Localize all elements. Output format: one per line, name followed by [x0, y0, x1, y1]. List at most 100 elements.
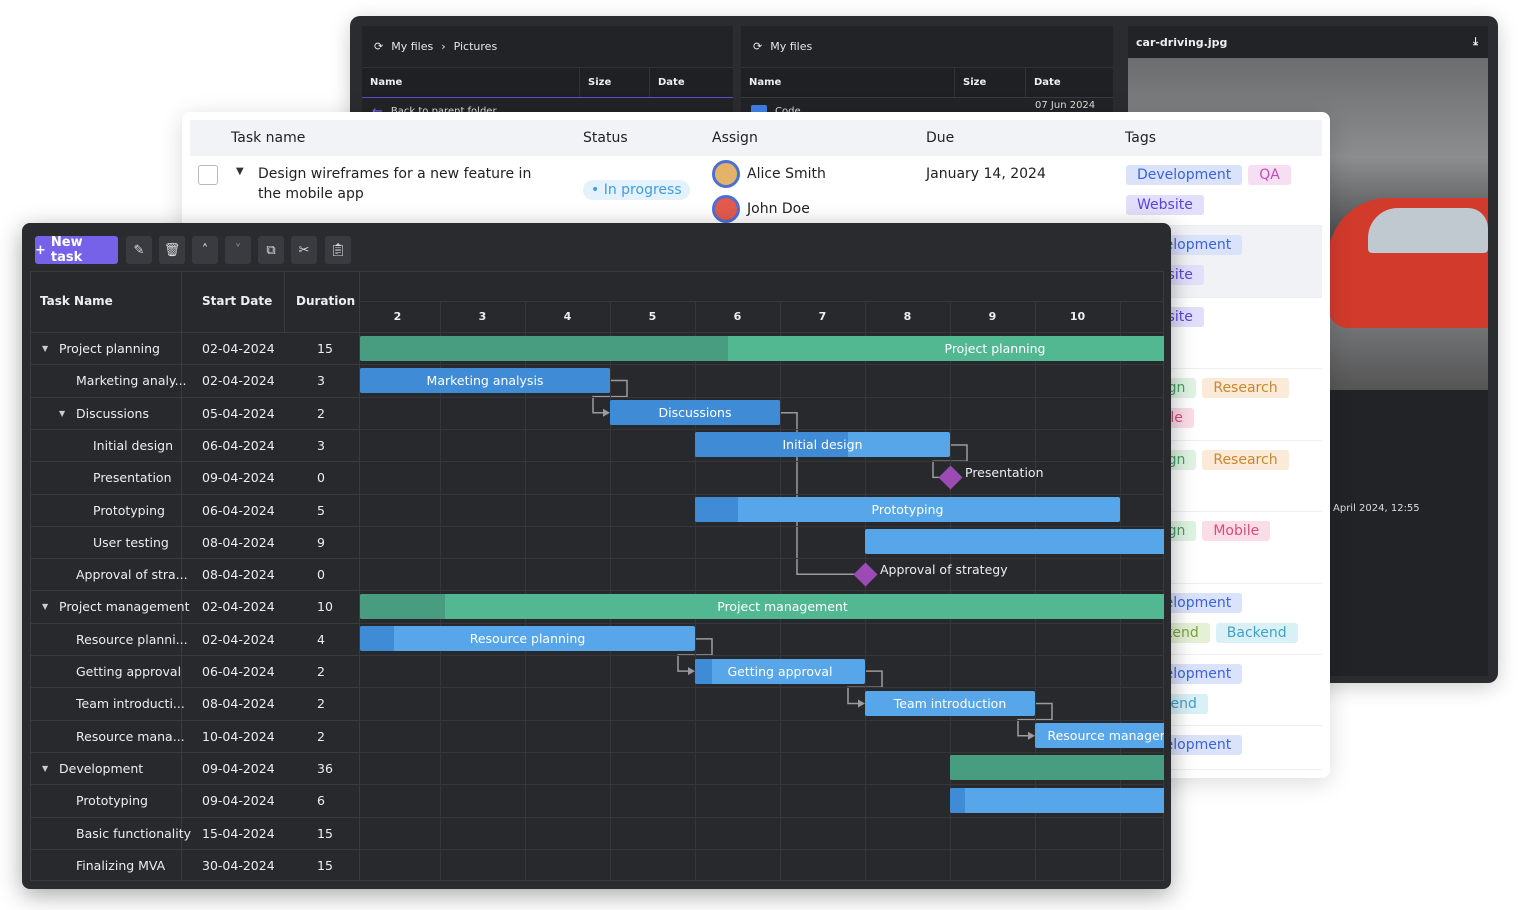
- gantt-row[interactable]: ▼ Project planning 02-04-2024 15: [31, 332, 359, 364]
- gantt-row[interactable]: Resource mana... 10-04-2024 2: [31, 719, 359, 752]
- column-size[interactable]: Size: [580, 68, 650, 97]
- bar-label: Getting approval: [727, 663, 833, 679]
- gantt-row[interactable]: Finalizing MVA 30-04-2024 15: [31, 848, 359, 881]
- gantt-row[interactable]: Team introducti... 08-04-2024 2: [31, 687, 359, 719]
- gantt-row[interactable]: Approval of stra... 08-04-2024 0: [31, 558, 359, 590]
- task-name: Discussions: [76, 405, 149, 421]
- column-date[interactable]: Date: [1026, 68, 1113, 97]
- column-task-name[interactable]: Task name: [231, 130, 305, 146]
- start-date: 06-04-2024: [202, 664, 275, 679]
- gantt-bar[interactable]: [950, 755, 1164, 781]
- table-row[interactable]: ▼ Design wireframes for a new feature in…: [190, 156, 1322, 226]
- column-name[interactable]: Name: [741, 68, 955, 97]
- caret-down-icon[interactable]: ▼: [59, 409, 65, 418]
- delete-button[interactable]: 🗑︎: [159, 236, 185, 264]
- start-date: 15-04-2024: [202, 825, 275, 841]
- arrow-icon: [1028, 731, 1035, 740]
- refresh-icon[interactable]: ⟳: [374, 40, 383, 53]
- gantt-row[interactable]: Marketing analy... 02-04-2024 3: [31, 364, 359, 396]
- paste-button[interactable]: 📋︎: [325, 236, 351, 264]
- gantt-bar[interactable]: Marketing analysis: [360, 367, 610, 393]
- tag[interactable]: Mobile: [1202, 521, 1271, 541]
- breadcrumb-item[interactable]: My files: [391, 40, 433, 53]
- column-due[interactable]: Due: [926, 130, 954, 146]
- avatar: [712, 195, 740, 223]
- start-date: 09-04-2024: [202, 470, 275, 486]
- row-checkbox[interactable]: [198, 165, 218, 185]
- task-name: Project management: [59, 599, 190, 615]
- gantt-bar[interactable]: Prototyping: [695, 497, 1120, 522]
- gantt-bar[interactable]: [865, 529, 1164, 555]
- column-duration[interactable]: Duration: [296, 294, 355, 308]
- breadcrumb-item[interactable]: Pictures: [454, 40, 498, 53]
- tag[interactable]: Backend: [1215, 623, 1298, 643]
- column-task-name[interactable]: Task Name: [40, 294, 113, 308]
- gantt-bar[interactable]: Resource planning: [360, 626, 695, 652]
- new-task-button[interactable]: + New task: [35, 235, 118, 265]
- edit-button[interactable]: ✎: [126, 236, 152, 264]
- copy-icon: ⧉: [266, 242, 276, 258]
- gantt-row[interactable]: ▼ Discussions 05-04-2024 2: [31, 396, 359, 429]
- breadcrumb-item[interactable]: My files: [770, 40, 812, 53]
- gantt-row[interactable]: Initial design 06-04-2024 3: [31, 428, 359, 461]
- move-down-button[interactable]: ˅: [225, 236, 251, 264]
- column-start-date[interactable]: Start Date: [202, 294, 272, 308]
- tag[interactable]: Development: [1126, 165, 1243, 185]
- duration: 15: [317, 341, 333, 356]
- gantt-row[interactable]: Presentation 09-04-2024 0: [31, 461, 359, 493]
- column-name[interactable]: Name: [362, 68, 580, 97]
- gantt-bar[interactable]: Project planning: [360, 335, 1164, 361]
- gantt-row[interactable]: Resource planni... 02-04-2024 4: [31, 622, 359, 655]
- milestone-label: Approval of strategy: [880, 562, 1008, 578]
- column-status[interactable]: Status: [583, 130, 628, 146]
- gantt-bar[interactable]: [950, 787, 1164, 813]
- start-date: 08-04-2024: [202, 567, 275, 583]
- gantt-bar[interactable]: Getting approval: [695, 658, 865, 684]
- clipboard-icon: 📋︎: [329, 242, 347, 258]
- gantt-row[interactable]: ▼ Development 09-04-2024 36: [31, 751, 359, 784]
- caret-down-icon[interactable]: ▼: [42, 344, 48, 353]
- tag[interactable]: Website: [1126, 195, 1204, 215]
- task-name: Marketing analy...: [76, 373, 187, 389]
- cut-button[interactable]: ✂: [291, 236, 317, 264]
- task-name: User testing: [93, 534, 169, 550]
- column-tags[interactable]: Tags: [1125, 130, 1156, 146]
- duration: 4: [317, 631, 325, 647]
- refresh-icon[interactable]: ⟳: [753, 40, 762, 53]
- download-icon[interactable]: ⤓: [1473, 35, 1478, 49]
- gantt-bar[interactable]: Initial design: [695, 432, 950, 458]
- gantt-row[interactable]: Prototyping 06-04-2024 5: [31, 493, 359, 526]
- duration: 15: [317, 857, 333, 873]
- task-name: Prototyping: [93, 502, 165, 518]
- gantt-row[interactable]: Getting approval 06-04-2024 2: [31, 655, 359, 687]
- column-size[interactable]: Size: [955, 68, 1026, 97]
- copy-button[interactable]: ⧉: [258, 236, 284, 264]
- column-date[interactable]: Date: [650, 68, 733, 97]
- assignee-name: John Doe: [747, 201, 810, 217]
- caret-down-icon[interactable]: ▼: [42, 602, 48, 611]
- tag[interactable]: QA: [1248, 165, 1291, 185]
- gantt-bar[interactable]: Project management: [360, 593, 1164, 619]
- tag[interactable]: Research: [1202, 450, 1289, 470]
- gantt-row[interactable]: Basic functionality 15-04-2024 15: [31, 816, 359, 849]
- column-assign[interactable]: Assign: [712, 130, 758, 146]
- gantt-bar[interactable]: Resource management: [1035, 723, 1164, 749]
- gantt-row[interactable]: ▼ Project management 02-04-2024 10: [31, 590, 359, 622]
- avatar: [712, 160, 740, 188]
- breadcrumb: ⟳ My files: [741, 26, 1113, 68]
- start-date: 06-04-2024: [202, 502, 275, 518]
- gantt-row[interactable]: User testing 08-04-2024 9: [31, 525, 359, 558]
- start-date: 02-04-2024: [202, 341, 275, 356]
- gantt-grid: Task Name Start Date Duration ▼ Project p…: [30, 271, 1164, 881]
- tag[interactable]: Research: [1202, 378, 1289, 398]
- caret-down-icon[interactable]: ▼: [236, 166, 244, 177]
- gantt-bar[interactable]: Team introduction: [865, 690, 1035, 716]
- day-label: 5: [648, 310, 657, 323]
- task-name: Initial design: [93, 437, 174, 453]
- move-up-button[interactable]: ˄: [192, 236, 218, 264]
- bar-label: Resource management: [1047, 728, 1164, 744]
- gantt-row[interactable]: Prototyping 09-04-2024 6: [31, 784, 359, 816]
- gantt-bar[interactable]: Discussions: [610, 400, 780, 426]
- caret-down-icon[interactable]: ▼: [42, 764, 48, 773]
- file-list-header: Name Size Date: [741, 68, 1113, 98]
